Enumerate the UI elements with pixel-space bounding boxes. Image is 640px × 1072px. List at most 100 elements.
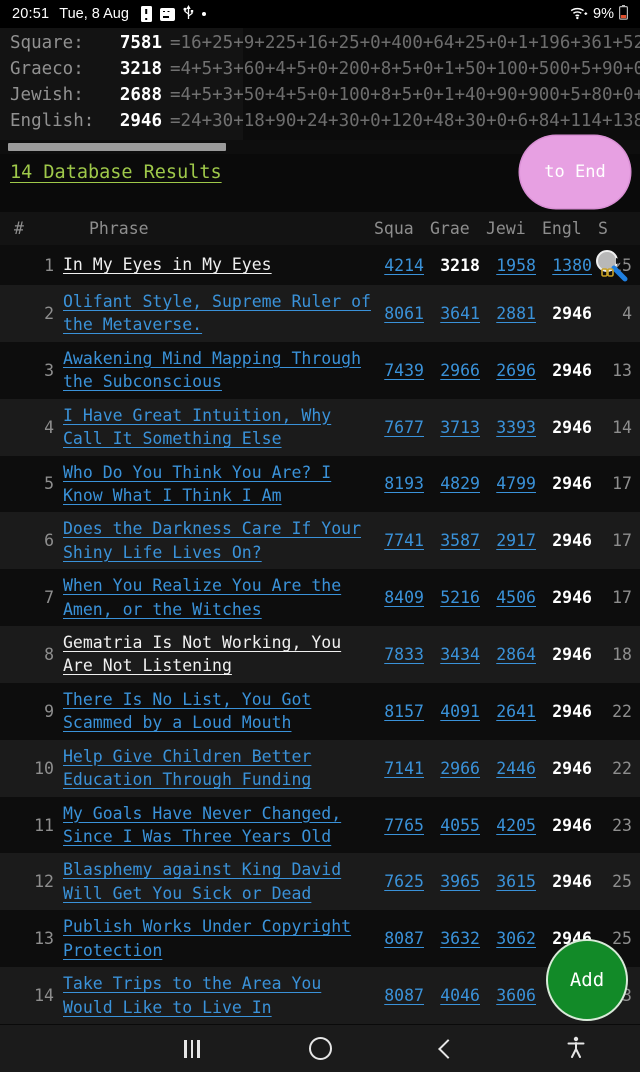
- value-link[interactable]: 7677: [384, 418, 424, 437]
- value-link[interactable]: 8409: [384, 588, 424, 607]
- value-link[interactable]: 3713: [440, 418, 480, 437]
- value-link[interactable]: 8087: [384, 986, 424, 1005]
- cipher-value-grae[interactable]: 3713: [430, 398, 486, 456]
- value-link[interactable]: 3632: [440, 929, 480, 948]
- cipher-value-jewi[interactable]: 2917: [486, 512, 542, 570]
- cipher-value-jewi[interactable]: 3393: [486, 398, 542, 456]
- value-link[interactable]: 5216: [440, 588, 480, 607]
- cipher-value-engl[interactable]: 1380: [542, 245, 598, 285]
- cipher-value-jewi[interactable]: 2641: [486, 682, 542, 740]
- cipher-value-jewi[interactable]: 4205: [486, 796, 542, 854]
- value-link[interactable]: 7625: [384, 872, 424, 891]
- cipher-value-jewi[interactable]: 2696: [486, 341, 542, 399]
- col-header-number[interactable]: #: [0, 212, 63, 245]
- cipher-value-grae[interactable]: 3632: [430, 910, 486, 968]
- cipher-value-jewi[interactable]: 4799: [486, 455, 542, 513]
- col-header-square[interactable]: Squa: [374, 212, 430, 245]
- phrase-link[interactable]: Take Trips to the Area You Would Like to…: [63, 972, 374, 1019]
- add-button[interactable]: Add: [546, 939, 628, 1021]
- value-link[interactable]: 2917: [496, 531, 536, 550]
- cipher-value-grae[interactable]: 5216: [430, 569, 486, 627]
- phrase-link[interactable]: Who Do You Think You Are? I Know What I …: [63, 461, 374, 508]
- cipher-value-jewi[interactable]: 3615: [486, 853, 542, 911]
- cipher-value-grae[interactable]: 2966: [430, 341, 486, 399]
- cipher-value-jewi[interactable]: 1958: [486, 245, 542, 285]
- phrase-link[interactable]: Gematria Is Not Working, You Are Not Lis…: [63, 631, 374, 678]
- cipher-value-squa[interactable]: 7625: [374, 853, 430, 911]
- value-link[interactable]: 7765: [384, 816, 424, 835]
- cipher-value-squa[interactable]: 7439: [374, 341, 430, 399]
- col-header-jewish[interactable]: Jewi: [486, 212, 542, 245]
- cipher-value-jewi[interactable]: 3062: [486, 910, 542, 968]
- value-link[interactable]: 3615: [496, 872, 536, 891]
- value-link[interactable]: 2641: [496, 702, 536, 721]
- phrase-link[interactable]: Awakening Mind Mapping Through the Subco…: [63, 347, 374, 394]
- cipher-value-squa[interactable]: 7677: [374, 398, 430, 456]
- cipher-value-grae[interactable]: 4055: [430, 796, 486, 854]
- accessibility-button[interactable]: [512, 1036, 640, 1062]
- value-link[interactable]: 8157: [384, 702, 424, 721]
- home-button[interactable]: [256, 1037, 384, 1060]
- cipher-value-jewi[interactable]: 4506: [486, 569, 542, 627]
- cipher-value-grae[interactable]: 2966: [430, 739, 486, 797]
- cipher-value-squa[interactable]: 7833: [374, 626, 430, 683]
- cipher-value-grae[interactable]: 3641: [430, 285, 486, 342]
- col-header-graeco[interactable]: Grae: [430, 212, 486, 245]
- value-link[interactable]: 2966: [440, 361, 480, 380]
- cipher-value-squa[interactable]: 8087: [374, 967, 430, 1024]
- value-link[interactable]: 2696: [496, 361, 536, 380]
- cipher-value-squa[interactable]: 7141: [374, 739, 430, 797]
- value-link[interactable]: 3606: [496, 986, 536, 1005]
- value-link[interactable]: 1958: [496, 256, 536, 275]
- cipher-value-grae[interactable]: 3434: [430, 626, 486, 683]
- phrase-link[interactable]: Help Give Children Better Education Thro…: [63, 745, 374, 792]
- phrase-link[interactable]: Does the Darkness Care If Your Shiny Lif…: [63, 517, 374, 564]
- cipher-value-squa[interactable]: 8087: [374, 910, 430, 968]
- to-end-button[interactable]: to End: [520, 136, 630, 208]
- col-header-phrase[interactable]: Phrase: [63, 212, 374, 245]
- cipher-value-grae[interactable]: 4091: [430, 682, 486, 740]
- value-link[interactable]: 3062: [496, 929, 536, 948]
- value-link[interactable]: 3393: [496, 418, 536, 437]
- cipher-value-grae[interactable]: 3587: [430, 512, 486, 570]
- col-header-english[interactable]: Engl: [542, 212, 598, 245]
- cipher-value-grae[interactable]: 3965: [430, 853, 486, 911]
- value-link[interactable]: 7833: [384, 645, 424, 664]
- value-link[interactable]: 3641: [440, 304, 480, 323]
- value-link[interactable]: 4829: [440, 474, 480, 493]
- value-link[interactable]: 8087: [384, 929, 424, 948]
- cipher-value-grae[interactable]: 4046: [430, 967, 486, 1024]
- phrase-link[interactable]: When You Realize You Are the Amen, or th…: [63, 574, 374, 621]
- cipher-value-squa[interactable]: 4214: [374, 245, 430, 285]
- value-link[interactable]: 4046: [440, 986, 480, 1005]
- results-title-link[interactable]: 14 Database Results: [10, 162, 222, 183]
- value-link[interactable]: 7141: [384, 759, 424, 778]
- value-link[interactable]: 3587: [440, 531, 480, 550]
- value-link[interactable]: 4055: [440, 816, 480, 835]
- phrase-link[interactable]: Blasphemy against King David Will Get Yo…: [63, 858, 374, 905]
- phrase-link[interactable]: My Goals Have Never Changed, Since I Was…: [63, 802, 374, 849]
- value-link[interactable]: 4205: [496, 816, 536, 835]
- cipher-value-squa[interactable]: 7765: [374, 796, 430, 854]
- cipher-value-jewi[interactable]: 3606: [486, 967, 542, 1024]
- value-link[interactable]: 2446: [496, 759, 536, 778]
- cipher-value-squa[interactable]: 8157: [374, 682, 430, 740]
- value-link[interactable]: 4214: [384, 256, 424, 275]
- value-link[interactable]: 2881: [496, 304, 536, 323]
- recents-button[interactable]: [128, 1039, 256, 1058]
- phrase-link[interactable]: Olifant Style, Supreme Ruler of the Meta…: [63, 290, 374, 337]
- cipher-value-jewi[interactable]: 2881: [486, 285, 542, 342]
- back-button[interactable]: [384, 1038, 512, 1059]
- phrase-link[interactable]: There Is No List, You Got Scammed by a L…: [63, 688, 374, 735]
- value-link[interactable]: 4091: [440, 702, 480, 721]
- value-link[interactable]: 2864: [496, 645, 536, 664]
- cipher-value-grae[interactable]: 4829: [430, 455, 486, 513]
- value-link[interactable]: 7741: [384, 531, 424, 550]
- scrollbar-thumb[interactable]: [8, 143, 226, 151]
- cipher-value-squa[interactable]: 8409: [374, 569, 430, 627]
- cipher-value-jewi[interactable]: 2864: [486, 626, 542, 683]
- value-link[interactable]: 8193: [384, 474, 424, 493]
- phrase-link[interactable]: I Have Great Intuition, Why Call It Some…: [63, 404, 374, 451]
- phrase-link[interactable]: Publish Works Under Copyright Protection: [63, 915, 374, 962]
- value-link[interactable]: 7439: [384, 361, 424, 380]
